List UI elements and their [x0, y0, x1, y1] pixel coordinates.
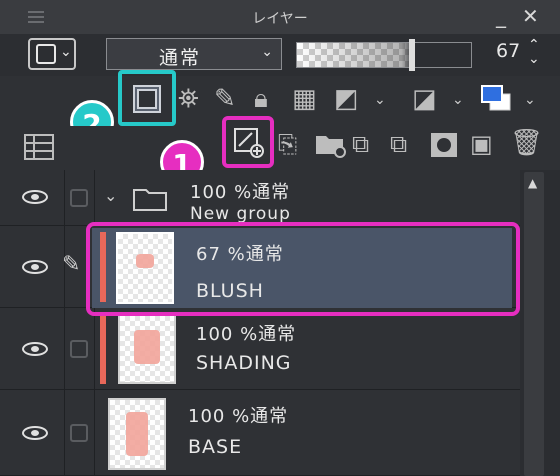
lock-transparency-icon[interactable]: ▦ [292, 84, 317, 114]
layer-color-icon[interactable] [480, 84, 512, 112]
opacity-slider-handle[interactable] [409, 39, 415, 71]
layer-mask-icon[interactable] [430, 132, 458, 158]
layer-checkbox[interactable] [70, 340, 88, 358]
lock-icon[interactable]: 🔒︎ [254, 84, 268, 115]
eye-icon[interactable] [22, 342, 48, 356]
layer-name: SHADING [196, 352, 292, 374]
pen-edit-icon: ✎ [62, 252, 81, 277]
opacity-value: 67 [496, 40, 521, 62]
transfer-down-icon[interactable]: ⧉ [390, 130, 407, 158]
layer-blend-label: 100 %通常 [190, 182, 291, 203]
scrollbar[interactable] [524, 172, 544, 476]
folder-icon [133, 189, 167, 211]
layer-row-shading[interactable]: 100 %通常 SHADING [0, 308, 520, 390]
chevron-down-icon: ⌄ [60, 44, 72, 60]
mask-icon[interactable]: ◩ [334, 84, 359, 114]
clip-to-layer-below-icon[interactable] [132, 84, 162, 114]
layer-row-group[interactable]: ⌄ 100 %通常 New group [0, 170, 520, 226]
eye-icon[interactable] [22, 426, 48, 440]
clipping-indicator [100, 314, 106, 384]
layer-row-base[interactable]: 100 %通常 BASE [0, 390, 520, 476]
thumbnail-art [134, 330, 160, 364]
pen-lock-icon[interactable]: ✎ [214, 84, 236, 114]
layer-blend-label: 100 %通常 [188, 406, 289, 427]
eye-icon[interactable] [22, 260, 48, 274]
layer-checkbox[interactable] [70, 189, 88, 207]
layer-name: BASE [188, 436, 243, 458]
layer-list: ⌄ 100 %通常 New group ✎ 100 %通常 SHADING 10 [0, 170, 520, 476]
layer-checkbox[interactable] [70, 424, 88, 442]
layer-name: New group [190, 204, 291, 224]
chevron-down-icon: ⌄ [261, 44, 273, 60]
window-title: レイヤー [252, 11, 308, 27]
close-button[interactable]: ✕ [522, 4, 539, 28]
new-vector-layer-icon[interactable]: ⎘ [278, 130, 297, 158]
new-raster-layer-icon[interactable] [232, 126, 264, 158]
layer-thumbnail [108, 398, 166, 470]
new-folder-icon[interactable] [314, 130, 346, 158]
layer-blend-label: 100 %通常 [196, 324, 297, 345]
opacity-stepper[interactable]: ⌃ ⌄ [528, 38, 540, 66]
layer-property-icon[interactable] [24, 134, 54, 160]
chevron-down-icon[interactable]: ⌄ [374, 92, 386, 108]
opacity-slider[interactable] [296, 39, 472, 71]
chevron-down-icon[interactable]: ⌄ [104, 186, 117, 205]
chevron-down-icon[interactable]: ⌄ [524, 92, 536, 108]
thumbnail-art [126, 412, 148, 456]
blend-mode-value: 通常 [159, 47, 202, 69]
highlight-selected-layer [86, 222, 520, 316]
layer-thumbnail [118, 314, 176, 384]
eye-icon[interactable] [22, 190, 48, 204]
trash-icon[interactable]: 🗑︎ [510, 128, 543, 158]
scroll-up-icon[interactable]: ▲ [528, 176, 537, 190]
swatch-square-icon [36, 44, 56, 64]
ruler-mask-icon[interactable]: ◪ [412, 84, 437, 114]
apply-mask-icon[interactable]: ▣ [470, 130, 493, 158]
blend-mode-select[interactable]: 通常 ⌄ [106, 38, 282, 70]
opacity-slider-fill [297, 43, 471, 67]
title-bar: レイヤー _ ✕ [0, 0, 560, 34]
layer-color-swatch[interactable]: ⌄ [28, 38, 76, 70]
chevron-down-icon[interactable]: ⌄ [452, 92, 464, 108]
transfer-up-icon[interactable]: ⧉ [352, 130, 369, 158]
lighthouse-icon[interactable]: ⛯ [178, 84, 199, 115]
minimize-button[interactable]: _ [496, 4, 506, 28]
